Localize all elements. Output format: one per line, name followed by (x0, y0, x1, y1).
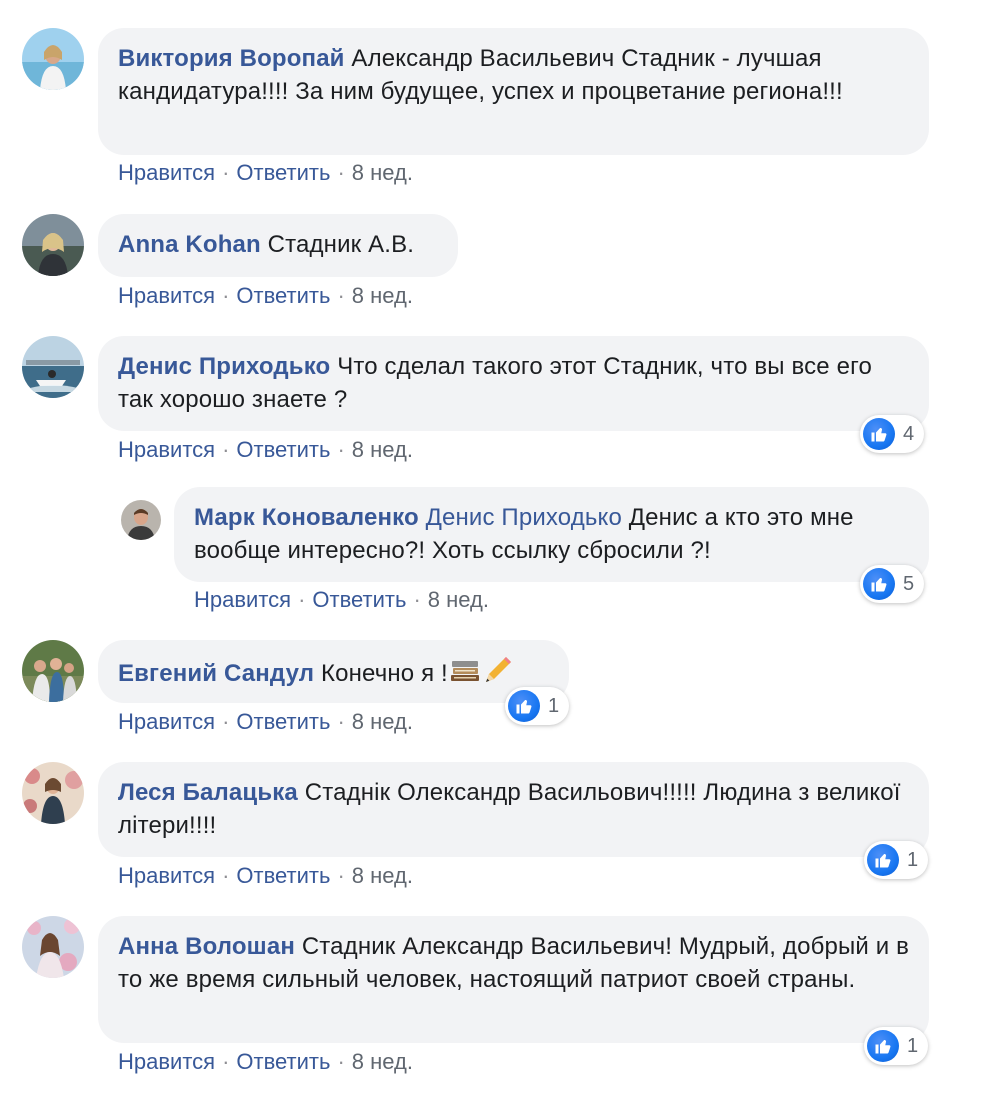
comment-bubble: Анна Волошан Стадник Александр Васильеви… (98, 916, 929, 1043)
comment-bubble: Anna Kohan Стадник А.В. (98, 214, 458, 277)
timestamp[interactable]: 8 нед. (352, 863, 413, 888)
reply-link[interactable]: Ответить (236, 863, 330, 888)
comment-text: Стадник А.В. (267, 231, 415, 258)
comment-author[interactable]: Евгений Сандул (118, 660, 314, 687)
separator: · (222, 160, 230, 185)
comment-bubble: Евгений Сандул Конечно я ! (98, 640, 569, 703)
avatar[interactable] (22, 640, 84, 702)
avatar[interactable] (22, 214, 84, 276)
timestamp[interactable]: 8 нед. (352, 1049, 413, 1074)
timestamp[interactable]: 8 нед. (352, 709, 413, 734)
reaction-number: 1 (907, 848, 919, 871)
like-link[interactable]: Нравится (118, 160, 215, 185)
comment-bubble: Марк Коноваленко Денис Приходько Денис а… (174, 487, 929, 582)
comment-actions: Нравится · Ответить · 8 нед. (118, 437, 413, 463)
reaction-count[interactable]: 5 (860, 565, 925, 603)
reply-link[interactable]: Ответить (312, 587, 406, 612)
separator: · (337, 863, 345, 888)
reply-link[interactable]: Ответить (236, 283, 330, 308)
separator: · (222, 437, 230, 462)
like-link[interactable]: Нравится (194, 587, 291, 612)
timestamp[interactable]: 8 нед. (352, 283, 413, 308)
comment-actions: Нравится · Ответить · 8 нед. (118, 863, 413, 889)
like-link[interactable]: Нравится (118, 1049, 215, 1074)
like-link[interactable]: Нравится (118, 283, 215, 308)
reaction-number: 4 (903, 422, 915, 445)
separator: · (413, 587, 421, 612)
separator: · (337, 709, 345, 734)
separator: · (222, 863, 230, 888)
separator: · (337, 437, 345, 462)
separator: · (298, 587, 306, 612)
comment-actions: Нравится · Ответить · 8 нед. (118, 283, 413, 309)
comment-bubble: Денис Приходько Что сделал такого этот С… (98, 336, 929, 431)
comment-actions: Нравится · Ответить · 8 нед. (118, 709, 413, 735)
comment-author[interactable]: Марк Коноваленко (194, 504, 419, 531)
separator: · (337, 283, 345, 308)
comment-author[interactable]: Денис Приходько (118, 353, 330, 380)
separator: · (222, 1049, 230, 1074)
reply-link[interactable]: Ответить (236, 709, 330, 734)
reaction-number: 5 (903, 572, 915, 595)
reaction-number: 1 (907, 1034, 919, 1057)
avatar[interactable] (22, 28, 84, 90)
avatar[interactable] (22, 336, 84, 398)
avatar[interactable] (22, 916, 84, 978)
comment-actions: Нравится · Ответить · 8 нед. (118, 160, 413, 186)
comment-author[interactable]: Виктория Воропай (118, 45, 345, 72)
timestamp[interactable]: 8 нед. (352, 437, 413, 462)
reaction-count[interactable]: 1 (505, 687, 570, 725)
comment-actions: Нравится · Ответить · 8 нед. (118, 1049, 413, 1075)
comment-author[interactable]: Анна Волошан (118, 933, 295, 960)
comment-text: Конечно я ! (320, 659, 448, 687)
like-icon (863, 418, 895, 450)
comment-actions: Нравится · Ответить · 8 нед. (194, 587, 489, 613)
separator: · (337, 160, 345, 185)
reply-link[interactable]: Ответить (236, 160, 330, 185)
like-link[interactable]: Нравится (118, 863, 215, 888)
like-link[interactable]: Нравится (118, 437, 215, 462)
like-link[interactable]: Нравится (118, 709, 215, 734)
books-icon (450, 657, 480, 692)
like-icon (867, 844, 899, 876)
avatar[interactable] (121, 500, 161, 540)
comment-bubble: Виктория Воропай Александр Васильевич Ст… (98, 28, 929, 155)
like-icon (867, 1030, 899, 1062)
like-icon (863, 568, 895, 600)
mention-link[interactable]: Денис Приходько (426, 504, 622, 531)
separator: · (337, 1049, 345, 1074)
like-icon (508, 690, 540, 722)
separator: · (222, 283, 230, 308)
reaction-number: 1 (548, 694, 560, 717)
separator: · (222, 709, 230, 734)
comment-author[interactable]: Anna Kohan (118, 231, 261, 258)
avatar[interactable] (22, 762, 84, 824)
timestamp[interactable]: 8 нед. (428, 587, 489, 612)
comment-bubble: Леся Балацька Стаднік Олександр Васильов… (98, 762, 929, 857)
reply-link[interactable]: Ответить (236, 1049, 330, 1074)
timestamp[interactable]: 8 нед. (352, 160, 413, 185)
comment-author[interactable]: Леся Балацька (118, 779, 298, 806)
reply-link[interactable]: Ответить (236, 437, 330, 462)
pencil-icon (482, 654, 514, 695)
reaction-count[interactable]: 4 (860, 415, 925, 453)
reaction-count[interactable]: 1 (864, 841, 929, 879)
reaction-count[interactable]: 1 (864, 1027, 929, 1065)
